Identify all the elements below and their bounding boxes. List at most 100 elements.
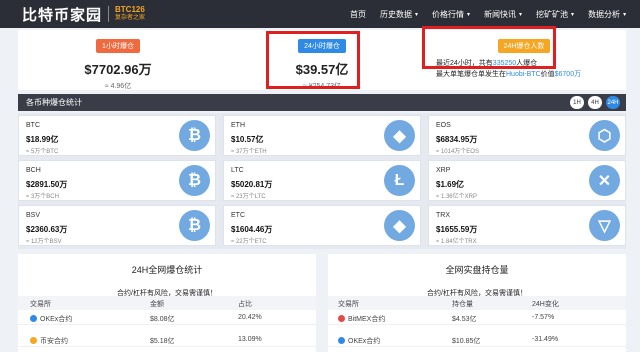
header-exchange: 交易所 (30, 301, 51, 308)
site-logo[interactable]: 比特币家园 BTC126 复杂者之家 (22, 4, 145, 25)
period-toggle: 1H 4H 24H (566, 96, 620, 109)
exchange-icon (338, 315, 345, 322)
ripple-icon: ✕ (589, 165, 620, 196)
coin-value: $6834.95万 (436, 135, 478, 144)
coin-card-xrp[interactable]: XRP $1.69亿 ≈ 1.36亿个XRP ✕ (428, 160, 626, 201)
header-amount: 持仓量 (452, 301, 473, 308)
coin-card-bch[interactable]: BCH $2891.50万 ≈ 3万个BCH ₿ (18, 160, 216, 201)
ethereum-icon: ◆ (384, 120, 415, 151)
exchange-name: BitMEX合约 (348, 316, 386, 323)
coin-value: $2891.50万 (26, 180, 68, 189)
highlight-frame-count (422, 26, 556, 69)
litecoin-icon: Ł (384, 165, 415, 196)
period-4h[interactable]: 4H (588, 96, 602, 109)
coin-value: $1.69亿 (436, 180, 465, 189)
coin-sub: ≈ 22万个ETC (231, 239, 267, 245)
exchange-name: OKEx合约 (348, 338, 381, 345)
table-row[interactable]: OKEx合约 $8.08亿 20.42% (18, 311, 316, 325)
panel-open-interest: 全网实盘持仓量 合约/杠杆有风险，交易需谨慎！ 交易所 持仓量 24H变化 Bi… (328, 254, 626, 352)
amount-cell: $4.53亿 (452, 316, 477, 323)
coin-name: LTC (231, 167, 244, 174)
amount-cell: $10.85亿 (452, 338, 481, 345)
largest-mid: 价值 (540, 71, 555, 78)
coin-sub: ≈ 1.36亿个XRP (436, 194, 477, 200)
header-amount: 金额 (150, 301, 164, 308)
nav-analysis[interactable]: 数据分析 ▾ (588, 9, 626, 20)
amount-cell: $5.18亿 (150, 338, 175, 345)
nav-news-label: 新闻快讯 (484, 9, 517, 19)
exchange-name: 币安合约 (40, 338, 68, 345)
coin-value: $10.57亿 (231, 135, 264, 144)
coin-card-etc[interactable]: ETC $1604.46万 ≈ 22万个ETC ◆ (223, 205, 421, 246)
value-1h: $7702.96万 (84, 62, 152, 77)
nav-news[interactable]: 新闻快讯 ▾ (484, 9, 522, 20)
nav-prices-label: 价格行情 (432, 9, 465, 19)
subvalue-1h: ≈ 4.96亿 (104, 83, 132, 90)
eos-icon: ⬡ (589, 120, 620, 151)
period-1h[interactable]: 1H (570, 96, 584, 109)
nav-prices[interactable]: 价格行情 ▾ (432, 9, 470, 20)
badge-1h: 1小时爆仓 (96, 39, 140, 53)
exchange-icon (338, 337, 345, 344)
nav-mining-label: 挖矿矿池 (536, 9, 569, 19)
nav-mining[interactable]: 挖矿矿池 ▾ (536, 9, 574, 20)
coin-sub: ≈ 1.84亿个TRX (436, 239, 477, 245)
tron-icon: ▽ (589, 210, 620, 241)
largest-value: $6700万 (554, 71, 582, 78)
etc-icon: ◆ (384, 210, 415, 241)
top-nav: 比特币家园 BTC126 复杂者之家 首页 历史数据 ▾ 价格行情 ▾ 新闻快讯 ▾ … (0, 0, 640, 28)
table-header: 交易所 持仓量 24H变化 (328, 296, 626, 310)
exchange-icon (30, 337, 37, 344)
table-header: 交易所 金额 占比 (18, 296, 316, 310)
exchange-cell: OKEx合约 (338, 336, 380, 346)
coin-sub: ≈ 1014万个EOS (436, 149, 479, 155)
coin-name: TRX (436, 212, 450, 219)
nav-home[interactable]: 首页 (350, 9, 366, 20)
coin-sub: ≈ 12万个BSV (26, 239, 62, 245)
table-row[interactable]: BitMEX合约 $4.53亿 -7.57% (328, 311, 626, 325)
change-cell: -7.57% (532, 314, 555, 321)
panel-liquidation-stats: 24H全网爆仓统计 合约/杠杆有风险，交易需谨慎！ 交易所 金额 占比 OKEx… (18, 254, 316, 352)
coin-value: $2360.63万 (26, 225, 68, 234)
coin-card-eth[interactable]: ETH $10.57亿 ≈ 37万个ETH ◆ (223, 115, 421, 156)
logo-tag: BTC126 (115, 5, 145, 14)
coin-name: ETC (231, 212, 245, 219)
highlight-frame-24h (266, 31, 360, 89)
bitcoin-cash-icon: ₿ (179, 165, 210, 196)
coin-sub: ≈ 5万个BTC (26, 149, 59, 155)
bitcoin-icon: ₿ (179, 120, 210, 151)
chevron-down-icon: ▾ (467, 11, 471, 18)
header-ratio: 占比 (238, 301, 252, 308)
stats-title: 各币种爆仓统计 (26, 98, 82, 107)
period-24h[interactable]: 24H (606, 96, 620, 109)
coin-card-btc[interactable]: BTC $18.99亿 ≈ 5万个BTC ₿ (18, 115, 216, 156)
table-row[interactable]: 币安合约 $5.18亿 13.09% (18, 333, 316, 347)
logo-text: 比特币家园 (22, 6, 103, 24)
coin-name: ETH (231, 122, 245, 129)
amount-cell: $8.08亿 (150, 316, 175, 323)
coin-name: BTC (26, 122, 40, 129)
exchange-cell: OKEx合约 (30, 314, 72, 324)
coin-card-trx[interactable]: TRX $1655.59万 ≈ 1.84亿个TRX ▽ (428, 205, 626, 246)
exchange-cell: BitMEX合约 (338, 314, 385, 324)
coin-value: $5020.81万 (231, 180, 273, 189)
nav-analysis-label: 数据分析 (588, 9, 621, 19)
nav-history[interactable]: 历史数据 ▾ (380, 9, 418, 20)
largest-link[interactable]: Huobi-BTC (506, 71, 541, 78)
ratio-cell: 13.09% (238, 336, 262, 343)
coin-card-eos[interactable]: EOS $6834.95万 ≈ 1014万个EOS ⬡ (428, 115, 626, 156)
table-row[interactable]: OKEx合约 $10.85亿 -31.49% (328, 333, 626, 347)
largest-text: 最大单笔爆仓单发生在 (436, 71, 506, 78)
coin-card-bsv[interactable]: BSV $2360.63万 ≈ 12万个BSV ₿ (18, 205, 216, 246)
coin-name: BSV (26, 212, 41, 219)
header-change: 24H变化 (532, 301, 559, 308)
logo-slogan: 复杂者之家 (115, 15, 146, 21)
exchange-icon (30, 315, 37, 322)
coin-sub: ≈ 3万个BCH (26, 194, 59, 200)
coin-card-ltc[interactable]: LTC $5020.81万 ≈ 23万个LTC Ł (223, 160, 421, 201)
ratio-cell: 20.42% (238, 314, 262, 321)
panel-title: 24H全网爆仓统计 (131, 265, 203, 275)
coin-sub: ≈ 37万个ETH (231, 149, 267, 155)
chevron-down-icon: ▾ (415, 11, 419, 18)
coin-value: $1655.59万 (436, 225, 478, 234)
